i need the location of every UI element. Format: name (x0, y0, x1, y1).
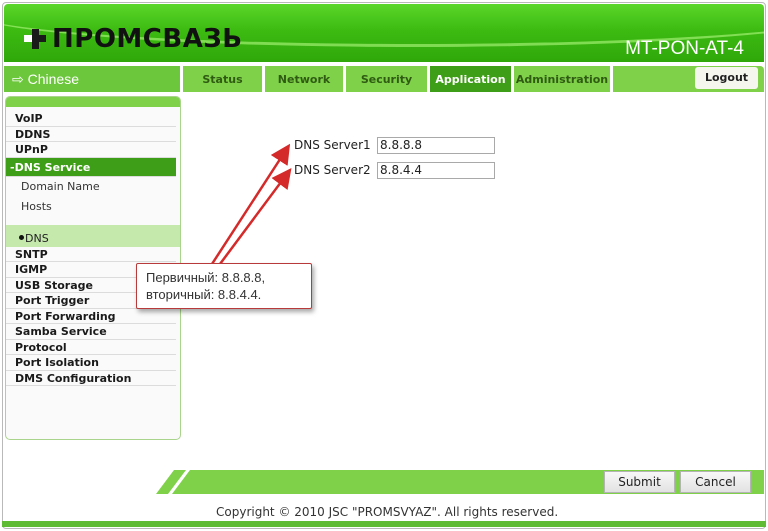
tab-status[interactable]: Status (183, 66, 262, 92)
callout-line-primary: Первичный: 8.8.8.8, (146, 270, 266, 285)
dns2-row: DNS Server2 (294, 161, 495, 179)
sidebar-item-dns-service[interactable]: -DNS Service (6, 157, 176, 177)
language-link[interactable]: ⇨ Chinese (4, 66, 180, 92)
sidebar-subitem-hosts[interactable]: Hosts (6, 197, 180, 218)
sidebar-item-voip[interactable]: VoIP (6, 111, 176, 127)
footer-bar (2, 521, 766, 527)
tab-application[interactable]: Application (430, 66, 511, 92)
sidebar-subitem-domain-name[interactable]: Domain Name (6, 177, 180, 198)
logout-button[interactable]: Logout (695, 67, 758, 89)
sidebar-item-port-forwarding[interactable]: Port Forwarding (6, 309, 176, 324)
dns1-row: DNS Server1 (294, 136, 495, 154)
dns1-input[interactable] (377, 136, 495, 154)
device-model: MT-PON-AT-4 (625, 38, 744, 59)
submit-button[interactable]: Submit (604, 471, 675, 493)
header-banner: ПРОМСВАЗЬ MT-PON-AT-4 (4, 4, 764, 62)
tab-administration[interactable]: Administration (514, 66, 610, 92)
dns2-input[interactable] (377, 161, 495, 179)
logo-cross-icon (24, 27, 48, 51)
dns1-label: DNS Server1 (294, 138, 371, 152)
annotation-callout: Первичный: 8.8.8.8, вторичный: 8.8.4.4. (136, 263, 312, 309)
cancel-button[interactable]: Cancel (680, 471, 751, 493)
sidebar-header (6, 97, 180, 107)
copyright-text: Copyright © 2010 JSC "PROMSVYAZ". All ri… (216, 505, 559, 519)
tab-security[interactable]: Security (346, 66, 427, 92)
sidebar-item-upnp[interactable]: UPnP (6, 142, 176, 158)
sidebar-subitem-dns-label: DNS (25, 231, 49, 245)
sidebar-item-port-isolation[interactable]: Port Isolation (6, 355, 176, 371)
sidebar-item-dms-configuration[interactable]: DMS Configuration (6, 371, 176, 386)
sidebar-item-sntp[interactable]: SNTP (6, 247, 176, 262)
sidebar-subitem-dns[interactable]: DNS (6, 224, 180, 247)
logo-text: ПРОМСВАЗЬ (52, 24, 243, 54)
sidebar-item-ddns[interactable]: DDNS (6, 127, 176, 142)
callout-line-secondary: вторичный: 8.8.4.4. (146, 287, 262, 302)
sidebar-item-protocol[interactable]: Protocol (6, 340, 176, 355)
bullet-icon (19, 234, 24, 240)
sidebar-item-samba-service[interactable]: Samba Service (6, 324, 176, 340)
tab-network[interactable]: Network (265, 66, 343, 92)
dns-form: DNS Server1 DNS Server2 (294, 136, 495, 186)
brand-logo: ПРОМСВАЗЬ (24, 24, 243, 54)
dns2-label: DNS Server2 (294, 163, 371, 177)
